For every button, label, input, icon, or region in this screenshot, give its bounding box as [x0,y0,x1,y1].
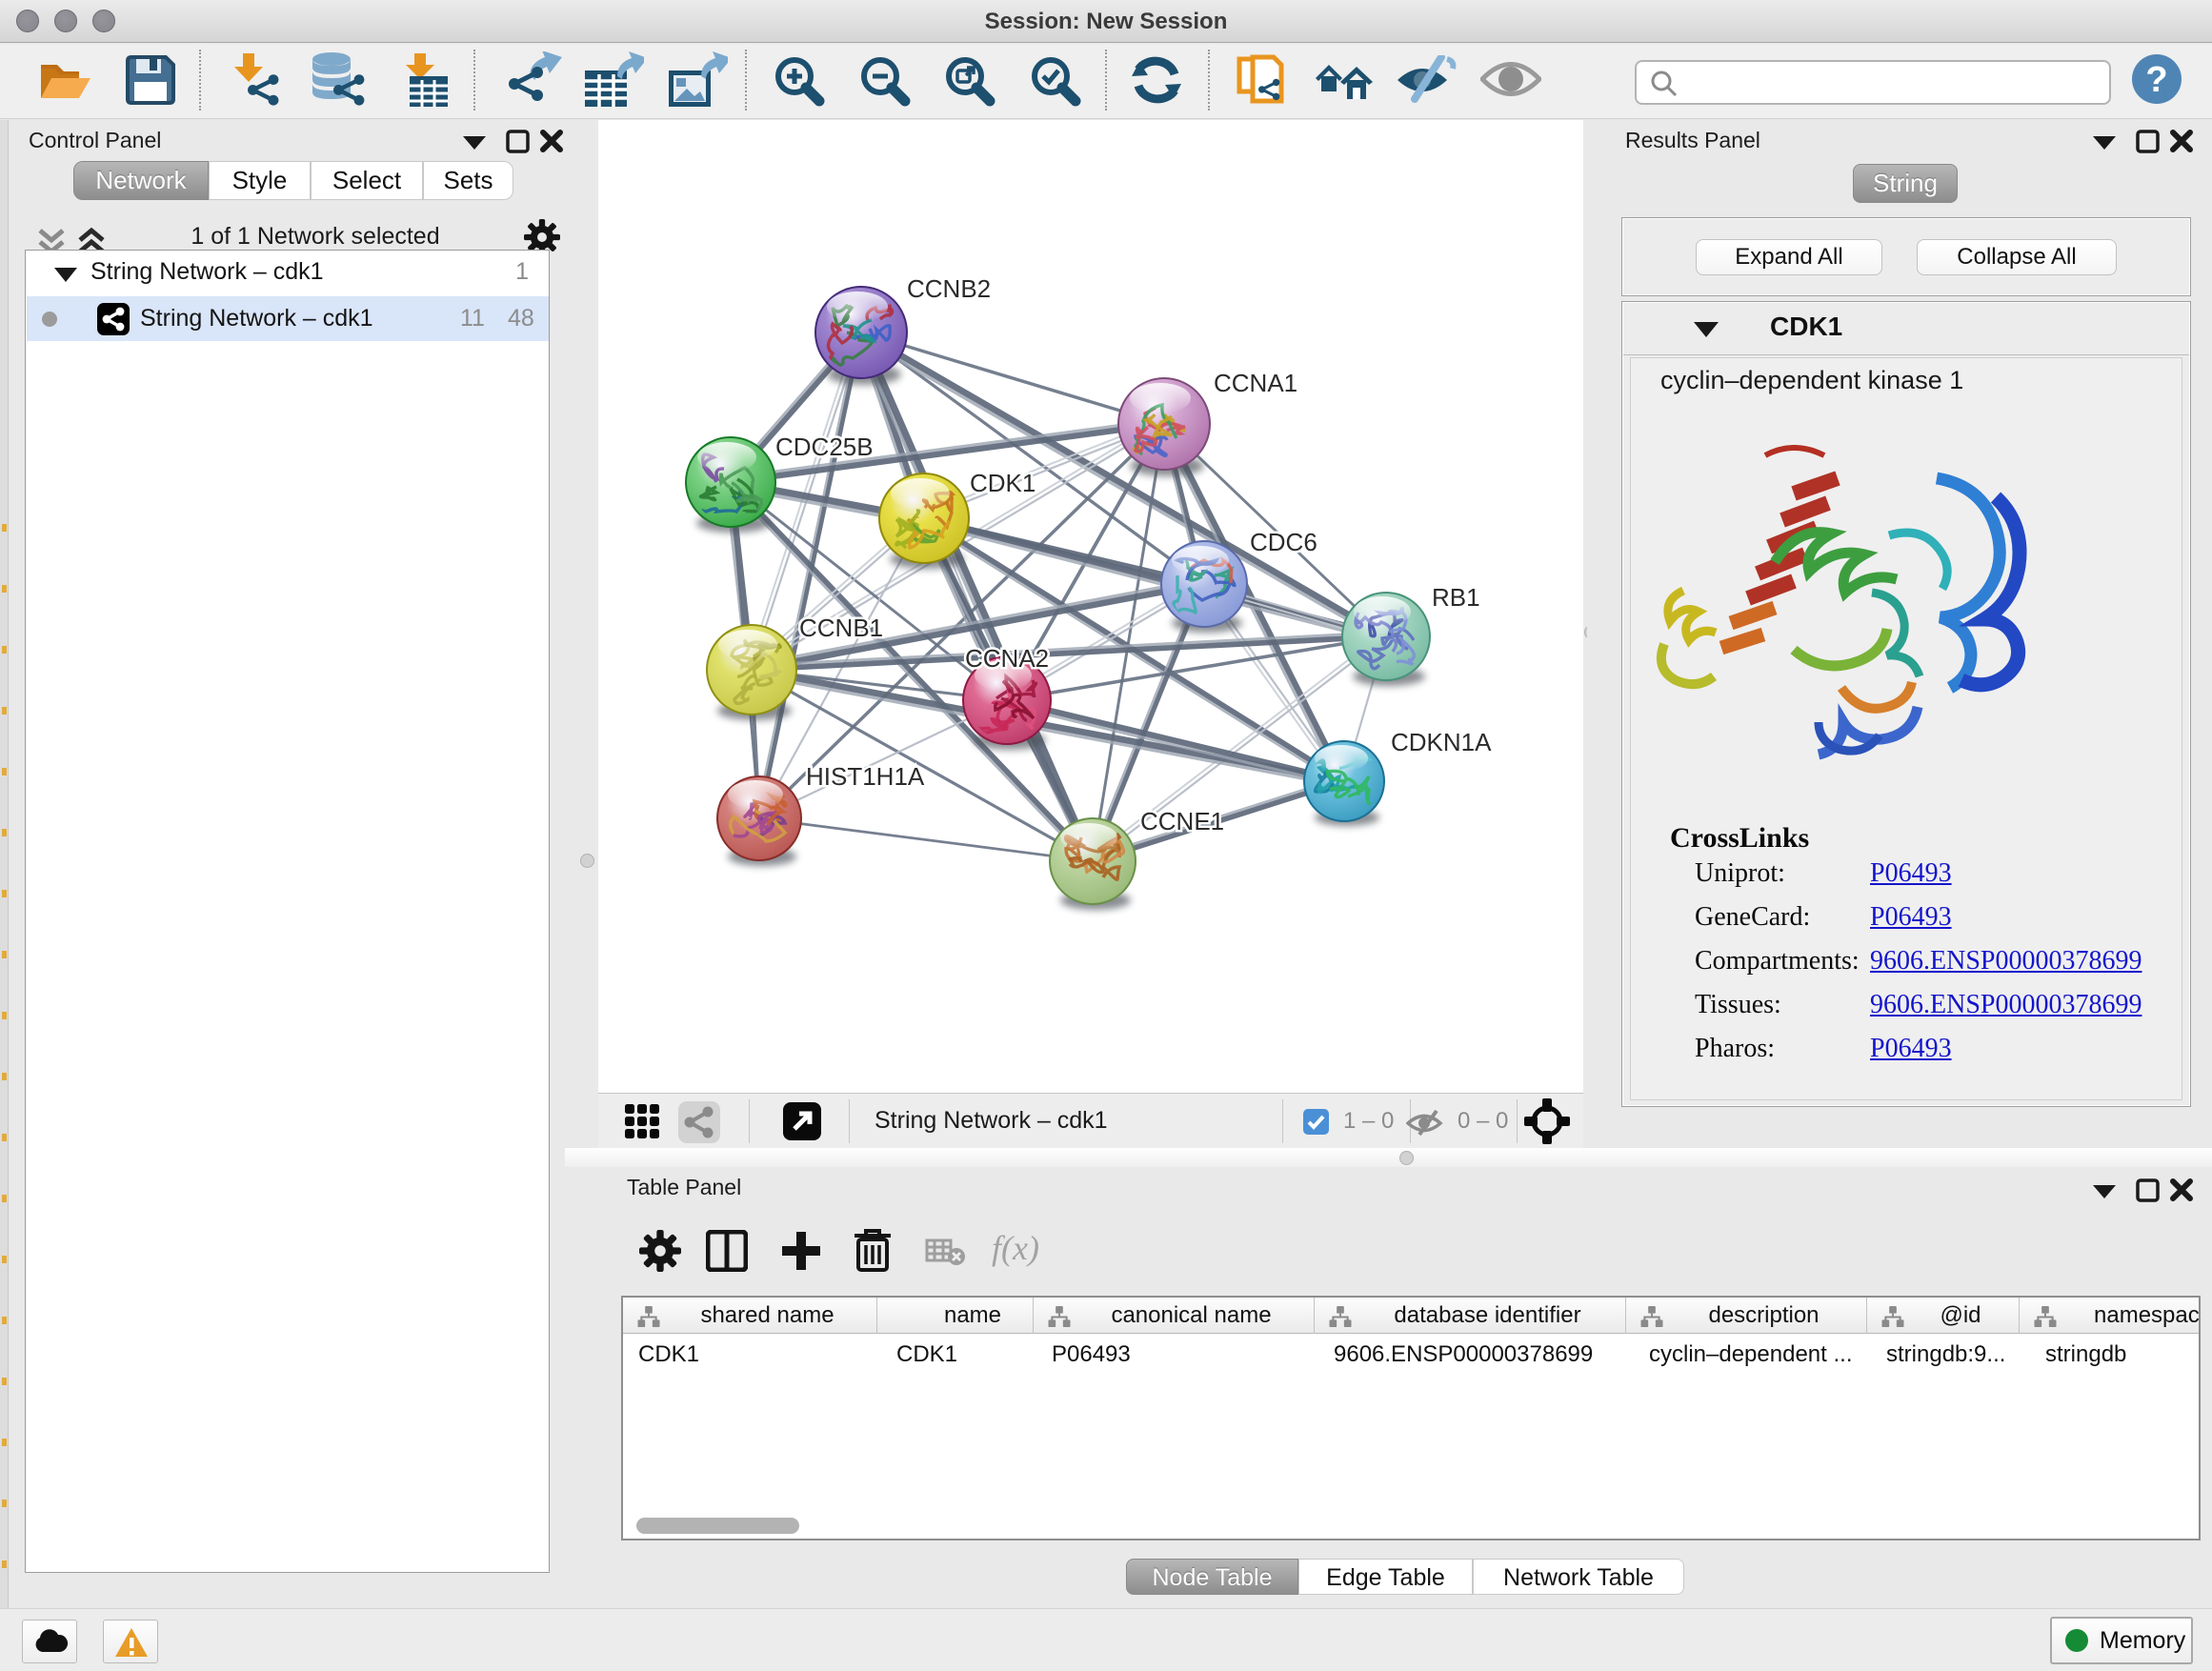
svg-text:CCNB1: CCNB1 [799,614,883,642]
svg-text:RB1: RB1 [1432,583,1480,612]
svg-text:CCNB2: CCNB2 [907,274,991,303]
svg-text:CDC25B: CDC25B [775,433,874,461]
svg-text:CCNE1: CCNE1 [1140,807,1224,836]
svg-text:CDC6: CDC6 [1250,528,1317,556]
svg-text:CCNA2: CCNA2 [965,644,1049,673]
svg-text:HIST1H1A: HIST1H1A [806,762,925,791]
svg-text:CDKN1A: CDKN1A [1391,728,1492,756]
svg-text:CDK1: CDK1 [970,469,1036,497]
svg-text:?: ? [2145,60,2167,100]
svg-text:CCNA1: CCNA1 [1214,369,1297,397]
